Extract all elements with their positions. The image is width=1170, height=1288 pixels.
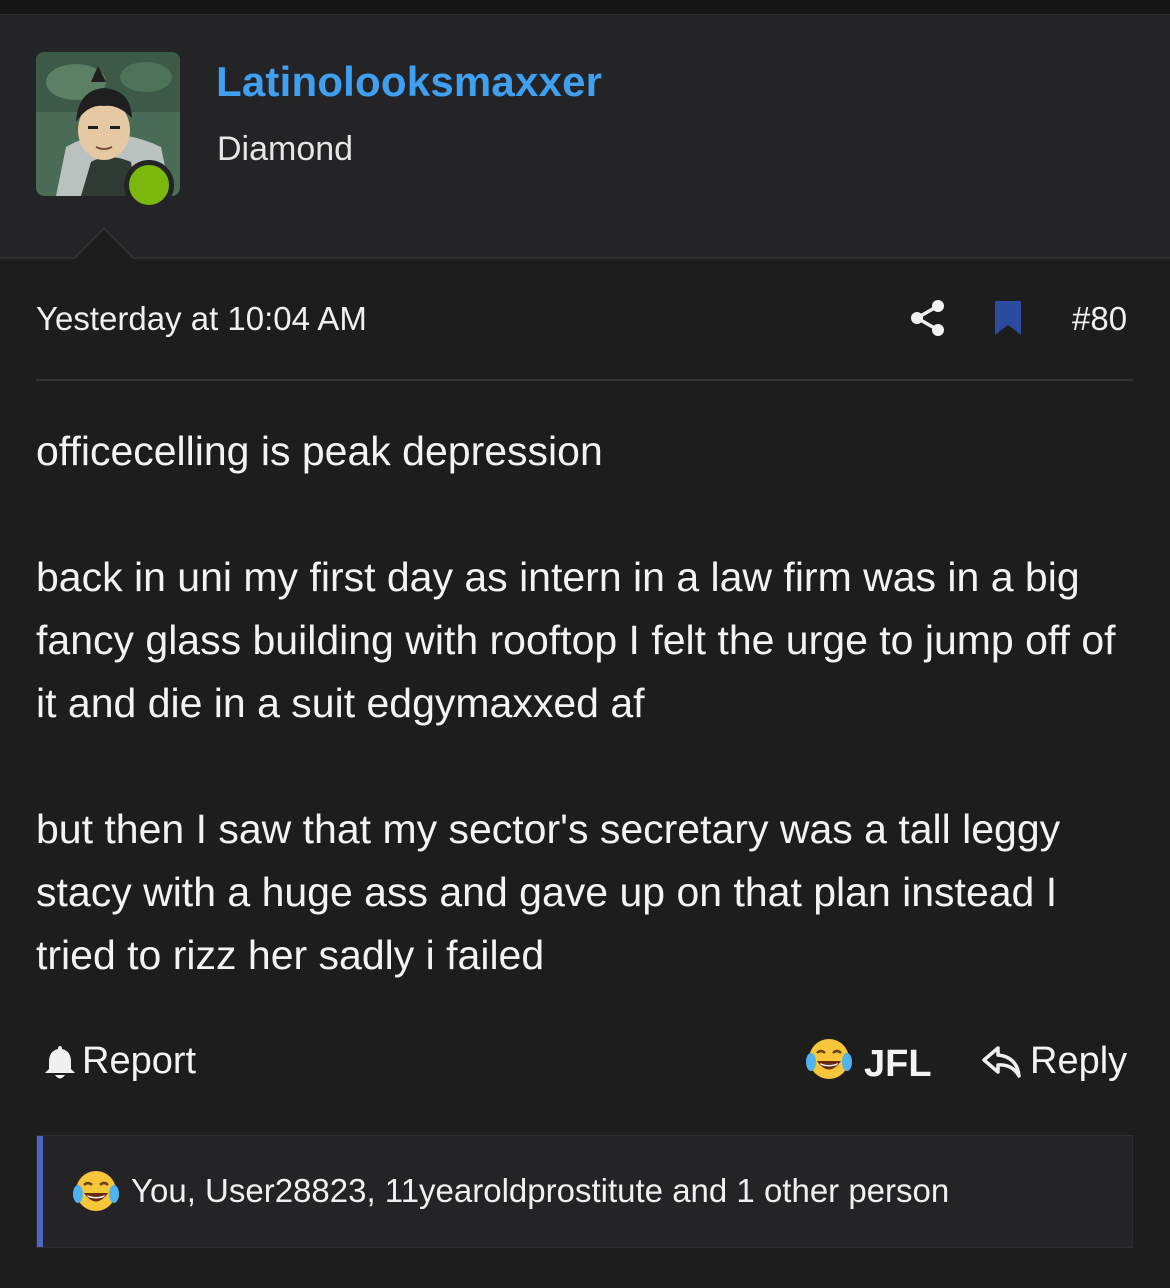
reactions-summary-bar[interactable]: You, User28823, 11yearoldprostitute and … bbox=[36, 1135, 1133, 1248]
reactions-summary-text[interactable]: You, User28823, 11yearoldprostitute and … bbox=[131, 1172, 949, 1210]
header-divider bbox=[0, 257, 1170, 259]
reaction-button[interactable]: JFL bbox=[806, 1036, 932, 1092]
reply-button[interactable]: Reply bbox=[982, 1040, 1127, 1083]
bell-icon bbox=[45, 1045, 75, 1078]
header-notch-inner bbox=[74, 230, 134, 260]
online-status-indicator bbox=[124, 160, 174, 210]
report-label: Report bbox=[82, 1040, 197, 1082]
post-timestamp[interactable]: Yesterday at 10:04 AM bbox=[36, 300, 367, 338]
post-paragraph: but then I saw that my sector's secretar… bbox=[36, 806, 1061, 978]
reply-arrow-icon bbox=[982, 1045, 1021, 1078]
username-link[interactable]: Latinolooksmaxxer bbox=[216, 58, 602, 106]
share-icon[interactable] bbox=[908, 298, 948, 338]
meta-divider bbox=[36, 379, 1133, 381]
post-paragraph: back in uni my first day as intern in a … bbox=[36, 554, 1116, 726]
report-button[interactable]: Report bbox=[44, 1040, 196, 1083]
post-author-header: Latinolooksmaxxer Diamond bbox=[0, 15, 1170, 257]
post-paragraph: officecelling is peak depression bbox=[36, 428, 603, 474]
reaction-label: JFL bbox=[864, 1042, 932, 1085]
top-border bbox=[0, 0, 1170, 15]
laughing-crying-emoji-icon bbox=[806, 1036, 852, 1092]
bookmark-icon[interactable] bbox=[994, 300, 1022, 336]
user-title: Diamond bbox=[217, 130, 354, 168]
laughing-crying-emoji-icon bbox=[73, 1168, 119, 1219]
post-number-link[interactable]: #80 bbox=[1072, 300, 1127, 338]
reply-label: Reply bbox=[1030, 1040, 1128, 1082]
reactions-accent-bar bbox=[37, 1136, 43, 1247]
post-body: officecelling is peak depression back in… bbox=[36, 420, 1136, 987]
